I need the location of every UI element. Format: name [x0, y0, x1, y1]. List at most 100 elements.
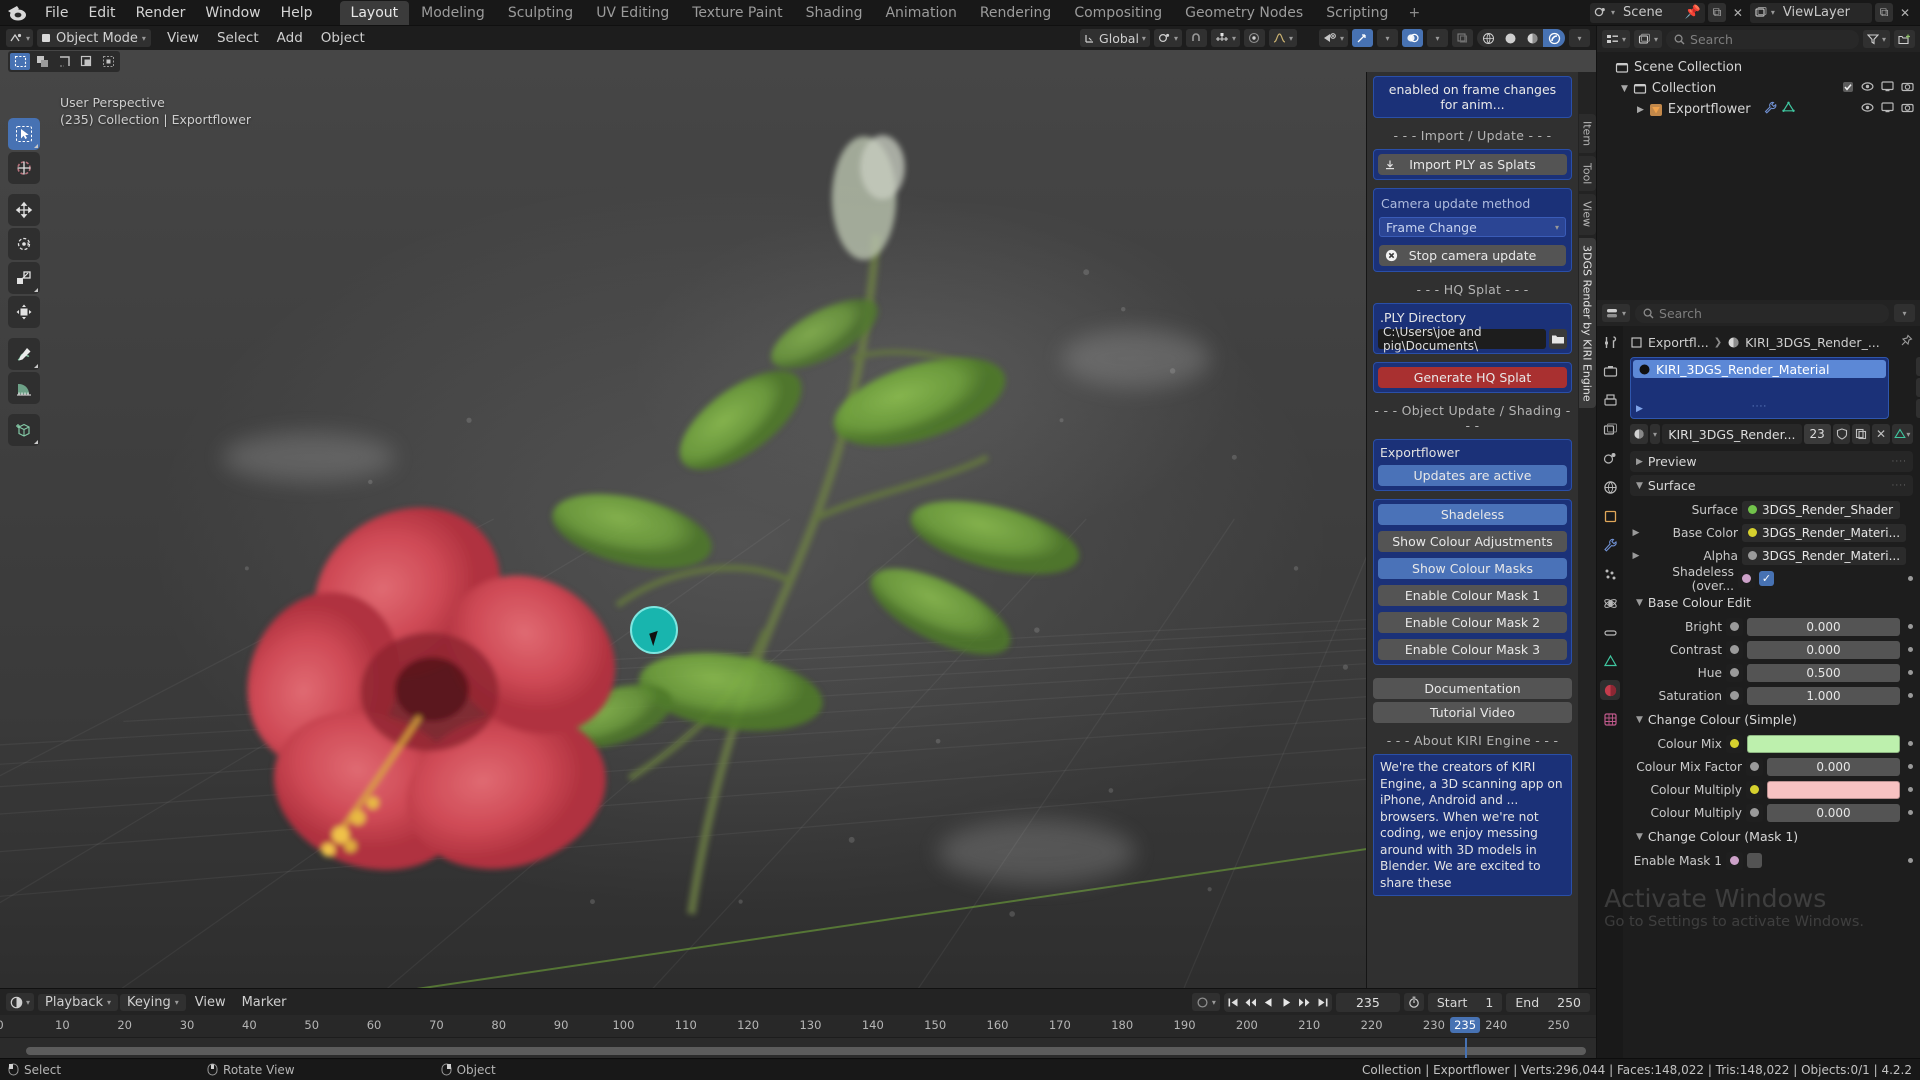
- change-colour-simple-header[interactable]: ▼ Change Colour (Simple): [1630, 709, 1913, 730]
- tab-render[interactable]: [1600, 361, 1620, 381]
- menu-render[interactable]: Render: [127, 3, 195, 23]
- screen-icon[interactable]: [1881, 102, 1894, 117]
- animate-property-dot[interactable]: [1908, 693, 1913, 698]
- tool-tweak-select[interactable]: [8, 118, 40, 150]
- pin-icon[interactable]: 📌: [1685, 5, 1701, 20]
- colour-multiply-factor-value[interactable]: 0.000: [1767, 803, 1900, 822]
- properties-editor-type[interactable]: ▾: [1602, 304, 1631, 322]
- animate-property-dot[interactable]: [1914, 530, 1919, 535]
- generate-hq-splat-button[interactable]: Generate HQ Splat: [1378, 367, 1567, 388]
- workspace-tab-sculpting[interactable]: Sculpting: [497, 1, 584, 25]
- animate-property-dot[interactable]: [1908, 624, 1913, 629]
- outliner-search-input[interactable]: Search: [1666, 29, 1859, 49]
- editor-type-selector[interactable]: ▾: [6, 29, 34, 47]
- colour-mix-factor-value[interactable]: 0.000: [1767, 757, 1900, 776]
- workspace-tab-shading[interactable]: Shading: [795, 1, 874, 25]
- workspace-tab-scripting[interactable]: Scripting: [1315, 1, 1399, 25]
- new-scene-button[interactable]: ⧉: [1707, 3, 1726, 22]
- new-viewlayer-button[interactable]: ⧉: [1875, 3, 1893, 22]
- pin-icon[interactable]: [1900, 334, 1913, 350]
- tab-object[interactable]: [1600, 506, 1620, 526]
- outliner-row-scene-collection[interactable]: Scene Collection: [1597, 57, 1920, 78]
- timeline-menu-playback[interactable]: Playback ▾: [38, 993, 119, 1011]
- saturation-value[interactable]: 1.000: [1747, 686, 1900, 705]
- tool-rotate[interactable]: [8, 228, 40, 260]
- snap-magnet-toggle[interactable]: [1185, 29, 1207, 47]
- add-material-slot-button[interactable]: +: [1916, 357, 1920, 376]
- falloff-selector[interactable]: ▾: [1268, 29, 1297, 47]
- auto-keying-toggle[interactable]: ▾: [1191, 993, 1220, 1011]
- import-ply-as-splats-button[interactable]: Import PLY as Splats: [1378, 154, 1567, 175]
- workspace-tab-animation[interactable]: Animation: [874, 1, 967, 25]
- surface-section-header[interactable]: ▼ Surface ····: [1630, 475, 1913, 496]
- colour-mix-swatch[interactable]: [1747, 734, 1900, 753]
- workspace-tab-rendering[interactable]: Rendering: [969, 1, 1063, 25]
- panel-drag-grip[interactable]: ····: [1892, 481, 1907, 491]
- gizmo-toggle[interactable]: [1352, 29, 1373, 47]
- side-tab-item[interactable]: Item: [1578, 114, 1596, 154]
- shading-wireframe[interactable]: [1477, 29, 1499, 47]
- remove-material-slot-button[interactable]: −: [1916, 378, 1920, 397]
- timeline-playhead-label[interactable]: 235: [1450, 1017, 1481, 1033]
- visibility-selector[interactable]: ▾: [1318, 29, 1348, 47]
- timeline-ruler[interactable]: 0 10 20 30 40 50 60 70 80 90 100 110 120 130 140 150 160…: [0, 1015, 1596, 1037]
- material-data-selector[interactable]: ▾: [1891, 424, 1914, 444]
- remove-scene-button[interactable]: ✕: [1729, 3, 1747, 22]
- chevron-right-icon[interactable]: ▶: [1630, 551, 1642, 561]
- material-users-count[interactable]: 23: [1803, 424, 1831, 444]
- folder-browse-icon[interactable]: [1549, 329, 1567, 349]
- chevron-right-icon[interactable]: ▶: [1630, 528, 1642, 538]
- frame-range-controls[interactable]: Start 1: [1427, 992, 1503, 1012]
- shading-material-preview[interactable]: [1521, 29, 1543, 47]
- shading-solid[interactable]: [1499, 29, 1521, 47]
- tab-data[interactable]: [1600, 651, 1620, 671]
- tab-particles[interactable]: [1600, 564, 1620, 584]
- current-frame-field[interactable]: 235: [1335, 992, 1400, 1012]
- tab-physics[interactable]: [1600, 593, 1620, 613]
- checkbox-icon[interactable]: [1842, 81, 1854, 97]
- animate-property-dot[interactable]: [1908, 576, 1913, 581]
- pivot-point-selector[interactable]: ▾: [1153, 29, 1182, 47]
- jump-to-next-keyframe-button[interactable]: [1296, 993, 1314, 1012]
- workspace-tab-add[interactable]: +: [1400, 1, 1428, 25]
- proportional-editing-toggle[interactable]: [1243, 29, 1265, 47]
- workspace-tab-uv-editing[interactable]: UV Editing: [585, 1, 680, 25]
- tool-measure[interactable]: [8, 372, 40, 404]
- tool-add-cube[interactable]: [8, 414, 40, 446]
- viewport-menu-select[interactable]: Select: [209, 29, 267, 47]
- new-material-button[interactable]: [1852, 424, 1871, 444]
- timeline-track[interactable]: [0, 1037, 1596, 1058]
- panel-drag-grip[interactable]: ····: [1892, 457, 1907, 467]
- material-name-field[interactable]: KIRI_3DGS_Render...: [1662, 424, 1802, 444]
- enable-mask-1-checkbox[interactable]: [1747, 853, 1762, 868]
- material-slot-item[interactable]: KIRI_3DGS_Render_Material: [1633, 360, 1886, 378]
- updates-active-button[interactable]: Updates are active: [1378, 465, 1567, 486]
- outliner-row-exportflower[interactable]: ▶ Exportflower: [1597, 99, 1920, 120]
- show-colour-masks-button[interactable]: Show Colour Masks: [1378, 558, 1567, 579]
- workspace-tab-compositing[interactable]: Compositing: [1063, 1, 1173, 25]
- outliner-new-collection-button[interactable]: [1894, 30, 1915, 48]
- workspace-tab-geometry-nodes[interactable]: Geometry Nodes: [1174, 1, 1314, 25]
- play-reverse-button[interactable]: [1260, 993, 1278, 1012]
- animate-property-dot[interactable]: [1908, 507, 1913, 512]
- select-extend-tool[interactable]: [32, 53, 52, 70]
- show-colour-adjustments-button[interactable]: Show Colour Adjustments: [1378, 531, 1567, 552]
- timeline-menu-marker[interactable]: Marker: [235, 994, 294, 1011]
- mesh-data-icon[interactable]: [1781, 101, 1795, 118]
- play-button[interactable]: [1278, 993, 1296, 1012]
- shadeless-checkbox[interactable]: ✓: [1759, 571, 1774, 586]
- outliner-filter-button[interactable]: ▾: [1862, 30, 1890, 48]
- xray-toggle[interactable]: [1452, 29, 1473, 47]
- viewport-menu-view[interactable]: View: [159, 29, 207, 47]
- viewlayer-selector[interactable]: ▾ ViewLayer: [1749, 2, 1872, 23]
- fake-user-button[interactable]: [1832, 424, 1851, 444]
- tool-annotate[interactable]: [8, 338, 40, 370]
- enable-colour-mask-2-button[interactable]: Enable Colour Mask 2: [1378, 612, 1567, 633]
- tab-world[interactable]: [1600, 477, 1620, 497]
- chevron-down-icon[interactable]: ▼: [1621, 84, 1628, 94]
- jump-to-end-button[interactable]: [1314, 993, 1332, 1012]
- menu-edit[interactable]: Edit: [79, 3, 124, 23]
- tab-tool[interactable]: [1600, 332, 1620, 352]
- select-intersect-tool[interactable]: [76, 53, 96, 70]
- tool-move[interactable]: [8, 194, 40, 226]
